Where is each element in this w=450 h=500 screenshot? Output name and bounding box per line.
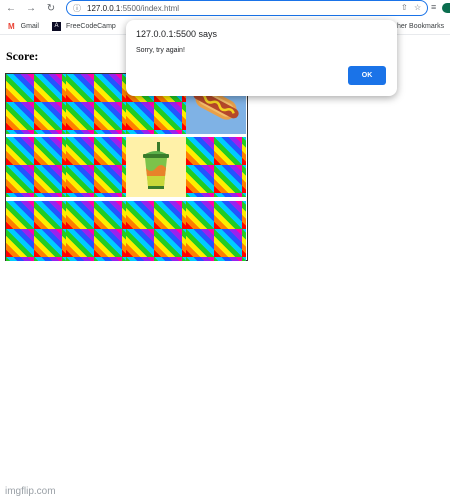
other-bookmarks-label: her Bookmarks xyxy=(397,22,445,30)
gmail-icon: M xyxy=(8,21,15,31)
alert-dialog: 127.0.0.1:5500 says Sorry, try again! OK xyxy=(126,20,397,96)
profile-avatar[interactable] xyxy=(442,3,450,13)
site-info-icon[interactable]: ⓘ xyxy=(73,3,83,14)
star-icon[interactable]: ☆ xyxy=(414,3,421,12)
bookmark-label: FreeCodeCamp xyxy=(66,22,116,30)
reload-icon[interactable]: ↻ xyxy=(44,0,58,16)
bookmark-freecodecamp[interactable]: A FreeCodeCamp xyxy=(52,20,116,32)
card-hidden[interactable] xyxy=(66,201,126,261)
card-hidden[interactable] xyxy=(186,201,246,261)
card-hidden[interactable] xyxy=(186,137,246,197)
card-hidden[interactable] xyxy=(66,74,126,134)
alert-message: Sorry, try again! xyxy=(136,47,185,54)
ok-button[interactable]: OK xyxy=(348,66,386,85)
slushie-cup-icon xyxy=(143,142,169,189)
share-icon[interactable]: ⇧ xyxy=(401,3,408,12)
browser-toolbar: ← → ↻ ⓘ 127.0.0.1:5500/index.html ⇧ ☆ ≡ xyxy=(0,0,450,16)
card-hidden[interactable] xyxy=(66,137,126,197)
card-revealed-slushie[interactable] xyxy=(126,137,186,197)
forward-arrow-icon[interactable]: → xyxy=(24,0,38,16)
card-hidden[interactable] xyxy=(126,201,186,261)
card-hidden[interactable] xyxy=(6,137,66,197)
alert-title: 127.0.0.1:5500 says xyxy=(136,29,218,39)
bookmark-gmail[interactable]: M Gmail xyxy=(8,20,39,32)
card-hidden[interactable] xyxy=(6,74,66,134)
card-hidden[interactable] xyxy=(6,201,66,261)
bookmark-label: Gmail xyxy=(20,22,39,30)
score-label: Score: xyxy=(6,49,39,63)
card-grid xyxy=(5,73,248,261)
address-bar-url: 127.0.0.1:5500/index.html xyxy=(87,3,180,13)
back-arrow-icon[interactable]: ← xyxy=(4,0,18,16)
freecodecamp-icon: A xyxy=(52,21,61,31)
reading-list-icon[interactable]: ≡ xyxy=(431,2,436,12)
watermark: imgflip.com xyxy=(5,486,56,497)
address-bar[interactable]: ⓘ 127.0.0.1:5500/index.html ⇧ ☆ xyxy=(66,0,428,16)
other-bookmarks[interactable]: her Bookmarks xyxy=(397,20,444,32)
